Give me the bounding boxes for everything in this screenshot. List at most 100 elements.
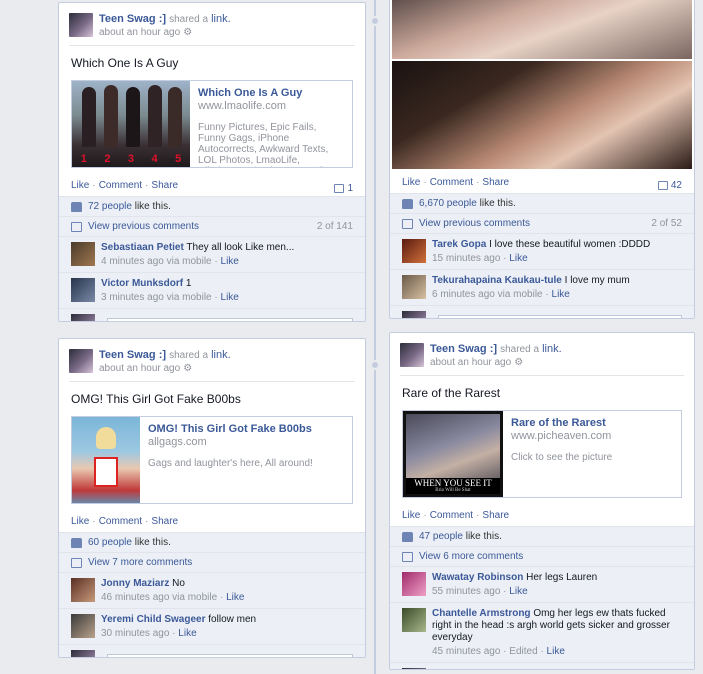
comment-button[interactable]: Comment xyxy=(99,180,142,191)
post-action-link[interactable]: link. xyxy=(542,343,562,355)
comment-text: I love these beautiful women :DDDD xyxy=(489,239,651,250)
link-title[interactable]: Rare of the Rarest xyxy=(511,417,612,429)
comment-count[interactable]: 1 xyxy=(347,183,353,194)
post-action-link[interactable]: link. xyxy=(211,349,231,361)
post-time[interactable]: about an hour ago xyxy=(99,363,180,374)
comment-time[interactable]: 6 minutes ago via mobile xyxy=(432,289,543,300)
link-thumbnail[interactable]: WHEN YOU SEE IT Bria Will Be Shat xyxy=(403,411,503,497)
post-time[interactable]: about an hour ago xyxy=(99,27,180,38)
likes-count[interactable]: 72 people xyxy=(88,201,132,212)
commenter-avatar[interactable] xyxy=(402,608,426,632)
comment-input[interactable] xyxy=(107,653,353,657)
comment-input[interactable] xyxy=(438,314,682,318)
commenter-avatar[interactable] xyxy=(71,614,95,638)
avatar[interactable] xyxy=(69,349,93,373)
post-action: shared a xyxy=(500,344,540,355)
view-previous-comments[interactable]: View previous comments xyxy=(419,218,530,229)
likes-count[interactable]: 47 people xyxy=(419,531,463,542)
commenter-name[interactable]: Wawatay Robinson xyxy=(432,572,523,583)
link-url: www.picheaven.com xyxy=(511,430,612,442)
link-title[interactable]: OMG! This Girl Got Fake B00bs xyxy=(148,423,313,435)
likes-count[interactable]: 60 people xyxy=(88,537,132,548)
commenter-name[interactable]: Chantelle Armstrong xyxy=(432,608,531,619)
timeline-dot xyxy=(370,360,380,370)
share-button[interactable]: Share xyxy=(151,180,178,191)
comment-text: No xyxy=(172,578,185,589)
post-author[interactable]: Teen Swag :] xyxy=(430,343,497,355)
post-action: shared a xyxy=(169,350,209,361)
comment-like-link[interactable]: Like xyxy=(509,253,527,264)
commenter-avatar[interactable] xyxy=(71,278,95,302)
share-button[interactable]: Share xyxy=(482,177,509,188)
post-author[interactable]: Teen Swag :] xyxy=(99,13,166,25)
comment-time[interactable]: 30 minutes ago xyxy=(101,628,169,639)
commenter-avatar[interactable] xyxy=(71,242,95,266)
like-button[interactable]: Like xyxy=(402,510,420,521)
commenter-avatar[interactable] xyxy=(402,572,426,596)
commenter-name[interactable]: Tekurahapaina Kaukau-tule xyxy=(432,275,562,286)
like-button[interactable]: Like xyxy=(71,180,89,191)
figure-shape xyxy=(104,85,118,147)
commenter-name[interactable]: Victor Munksdorf xyxy=(101,278,183,289)
link-preview[interactable]: WHEN YOU SEE IT Bria Will Be Shat Rare o… xyxy=(402,410,682,498)
thumbs-up-icon xyxy=(402,198,413,209)
link-title[interactable]: Which One Is A Guy xyxy=(198,87,344,99)
comment-edited[interactable]: Edited xyxy=(509,646,537,657)
post-action-link[interactable]: link. xyxy=(211,13,231,25)
post-photo[interactable] xyxy=(392,0,692,59)
comment-time[interactable]: 15 minutes ago xyxy=(432,253,500,264)
comment-like-link[interactable]: Like xyxy=(226,592,244,603)
commenter-name[interactable]: Sebastiaan Petiet xyxy=(101,242,184,253)
avatar[interactable] xyxy=(69,13,93,37)
comment-time[interactable]: 45 minutes ago xyxy=(432,646,500,657)
commenter-name[interactable]: Jonny Maziarz xyxy=(101,578,169,589)
thumb-number: 1 xyxy=(80,153,87,165)
feedback-area: 47 people like this. View 6 more comment… xyxy=(390,526,694,669)
comment-like-link[interactable]: Like xyxy=(178,628,196,639)
timeline-dot xyxy=(370,16,380,26)
comment-like-link[interactable]: Like xyxy=(547,646,565,657)
comment-time[interactable]: 3 minutes ago via mobile xyxy=(101,292,212,303)
comment-like-link[interactable]: Like xyxy=(509,586,527,597)
globe-icon: ⚙ xyxy=(183,27,193,38)
comment-input[interactable] xyxy=(107,317,353,321)
comment-bubble-icon xyxy=(334,183,345,193)
post-author[interactable]: Teen Swag :] xyxy=(99,349,166,361)
likes-count[interactable]: 6,670 people xyxy=(419,198,477,209)
commenter-avatar[interactable] xyxy=(71,578,95,602)
post-action: shared a xyxy=(169,14,209,25)
post-photo[interactable] xyxy=(392,61,692,169)
share-button[interactable]: Share xyxy=(482,510,509,521)
comment-like-link[interactable]: Like xyxy=(221,256,239,267)
like-button[interactable]: Like xyxy=(402,177,420,188)
comment-like-link[interactable]: Like xyxy=(221,292,239,303)
commenter-avatar[interactable] xyxy=(402,239,426,263)
view-more-comments[interactable]: View 6 more comments xyxy=(419,551,523,562)
comment-time[interactable]: 4 minutes ago via mobile xyxy=(101,256,212,267)
link-preview[interactable]: OMG! This Girl Got Fake B00bs allgags.co… xyxy=(71,416,353,504)
globe-icon: ⚙ xyxy=(183,363,193,374)
comment-button[interactable]: Comment xyxy=(99,516,142,527)
comment-item: Victor Munksdorf 1 3 minutes ago via mob… xyxy=(59,272,365,308)
view-more-comments[interactable]: View 7 more comments xyxy=(88,557,192,568)
comment-time[interactable]: 55 minutes ago xyxy=(432,586,500,597)
comment-button[interactable]: Comment xyxy=(430,510,473,521)
comment-like-link[interactable]: Like xyxy=(552,289,570,300)
comment-time[interactable]: 46 minutes ago via mobile xyxy=(101,592,217,603)
my-avatar xyxy=(402,311,426,318)
commenter-avatar[interactable] xyxy=(402,275,426,299)
view-previous-comments[interactable]: View previous comments xyxy=(88,221,199,232)
share-button[interactable]: Share xyxy=(151,516,178,527)
commenter-name[interactable]: Yeremi Child Swageer xyxy=(101,614,206,625)
link-thumbnail[interactable] xyxy=(72,417,140,503)
write-comment-row xyxy=(59,644,365,657)
post-time[interactable]: about an hour ago xyxy=(430,357,511,368)
thumbs-up-icon xyxy=(71,201,82,212)
commenter-name[interactable]: Tarek Gopa xyxy=(432,239,486,250)
like-button[interactable]: Like xyxy=(71,516,89,527)
link-thumbnail[interactable]: 1 2 3 4 5 xyxy=(72,81,190,167)
comment-count[interactable]: 42 xyxy=(671,180,682,191)
link-preview[interactable]: 1 2 3 4 5 Which One Is A Guy www.lmaolif… xyxy=(71,80,353,168)
comment-button[interactable]: Comment xyxy=(430,177,473,188)
avatar[interactable] xyxy=(400,343,424,367)
